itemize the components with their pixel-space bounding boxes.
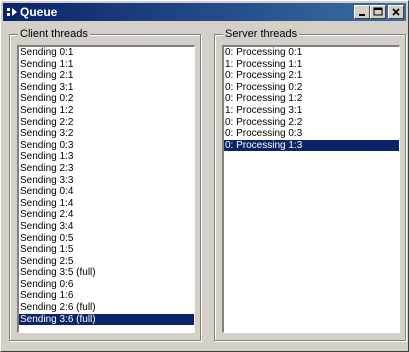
list-item[interactable]: Sending 0:2 xyxy=(19,93,194,105)
server-threads-label: Server threads xyxy=(223,27,300,41)
list-item[interactable]: Sending 0:6 xyxy=(19,279,194,291)
list-item[interactable]: Sending 3:2 xyxy=(19,128,194,140)
list-item[interactable]: Sending 2:5 xyxy=(19,256,194,268)
list-item[interactable]: Sending 1:2 xyxy=(19,105,194,117)
minimize-button[interactable] xyxy=(354,5,370,19)
list-item[interactable]: Sending 3:3 xyxy=(19,175,194,187)
list-item[interactable]: Sending 1:3 xyxy=(19,151,194,163)
list-item[interactable]: Sending 2:3 xyxy=(19,163,194,175)
list-item[interactable]: Sending 3:6 (full) xyxy=(19,313,194,326)
list-item[interactable]: 0: Processing 0:3 xyxy=(224,128,399,140)
list-item[interactable]: 1: Processing 1:1 xyxy=(224,59,399,71)
close-icon xyxy=(392,8,400,16)
app-icon[interactable] xyxy=(6,6,18,18)
list-item[interactable]: Sending 1:1 xyxy=(19,59,194,71)
window-title: Queue xyxy=(20,5,58,19)
list-item[interactable]: Sending 2:6 (full) xyxy=(19,302,194,314)
list-item[interactable]: 0: Processing 0:1 xyxy=(224,47,399,59)
list-item[interactable]: Sending 2:1 xyxy=(19,70,194,82)
client-threads-list[interactable]: Sending 0:1 Sending 1:1 Sending 2:1 Sending… xyxy=(17,45,195,333)
list-item[interactable]: Sending 3:1 xyxy=(19,82,194,94)
list-item[interactable]: Sending 3:4 xyxy=(19,221,194,233)
list-item[interactable]: Sending 0:1 xyxy=(19,47,194,59)
server-threads-group: Server threads 0: Processing 0:1 1: Proce… xyxy=(214,27,406,341)
client-threads-group: Client threads Sending 0:1 Sending 1:1 Sen… xyxy=(9,27,201,341)
list-item[interactable]: Sending 3:5 (full) xyxy=(19,267,194,279)
list-item[interactable]: Sending 0:4 xyxy=(19,186,194,198)
list-item[interactable]: 0: Processing 2:2 xyxy=(224,117,399,129)
list-item[interactable]: 0: Processing 0:2 xyxy=(224,82,399,94)
client-threads-label: Client threads xyxy=(18,27,90,41)
list-item[interactable]: Sending 1:5 xyxy=(19,244,194,256)
list-item[interactable]: Sending 1:4 xyxy=(19,198,194,210)
title-bar[interactable]: Queue xyxy=(3,3,406,21)
list-item[interactable]: 0: Processing 2:1 xyxy=(224,70,399,82)
queue-window: Queue Client threads Sending 0:1 Sending … xyxy=(0,0,409,352)
maximize-icon xyxy=(373,7,383,16)
minimize-icon xyxy=(359,14,365,16)
close-button[interactable] xyxy=(388,5,404,19)
list-item[interactable]: 0: Processing 1:3 xyxy=(224,139,399,152)
list-item[interactable]: 1: Processing 3:1 xyxy=(224,105,399,117)
list-item[interactable]: Sending 0:3 xyxy=(19,140,194,152)
list-item[interactable]: Sending 1:6 xyxy=(19,290,194,302)
maximize-button[interactable] xyxy=(370,5,386,19)
list-item[interactable]: Sending 0:5 xyxy=(19,233,194,245)
list-item[interactable]: Sending 2:2 xyxy=(19,117,194,129)
list-item[interactable]: Sending 2:4 xyxy=(19,209,194,221)
server-threads-list[interactable]: 0: Processing 0:1 1: Processing 1:1 0: Pro… xyxy=(222,45,400,333)
list-item[interactable]: 0: Processing 1:2 xyxy=(224,93,399,105)
